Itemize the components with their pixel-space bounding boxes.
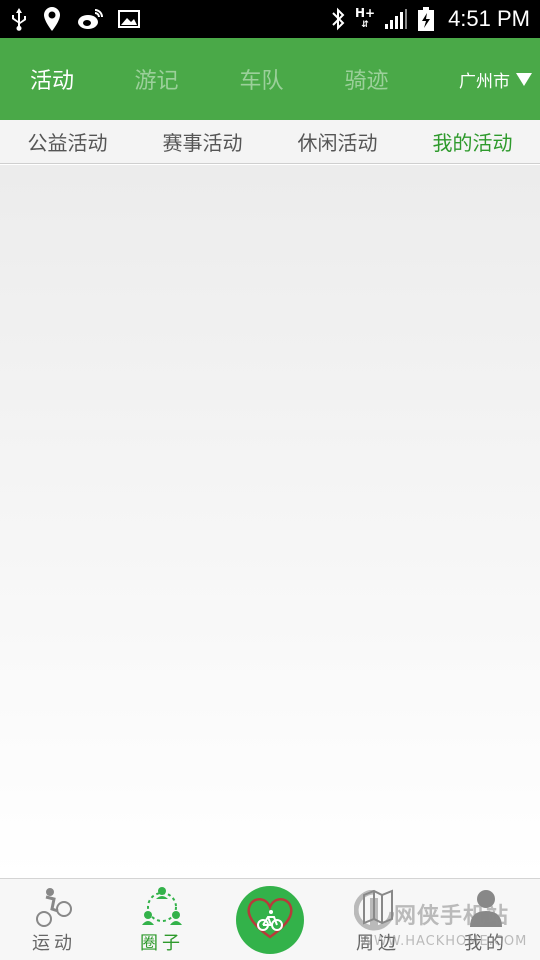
network-type-icon: H+ ⇵ (354, 6, 376, 30)
bluetooth-icon (330, 7, 346, 31)
city-selector[interactable]: 广州市 (459, 67, 532, 92)
nav-label-nearby: 周边 (356, 933, 400, 954)
tab-activity[interactable]: 活动 (0, 63, 104, 95)
user-icon (468, 885, 504, 927)
nearby-icon (360, 885, 396, 927)
activity-category-tabs: 公益活动 赛事活动 休闲活动 我的活动 (0, 120, 540, 164)
activity-list-area (0, 165, 540, 878)
nav-item-mine[interactable]: 我的 (432, 879, 540, 960)
nav-label-mine: 我的 (464, 933, 508, 954)
usb-icon (10, 7, 28, 31)
tab-travel-notes[interactable]: 游记 (104, 63, 209, 95)
subtab-leisure-activity[interactable]: 休闲活动 (270, 127, 405, 156)
battery-charging-icon (417, 7, 435, 31)
circle-group-icon (140, 885, 184, 927)
heart-bike-icon (244, 895, 296, 945)
weibo-icon (76, 7, 104, 31)
nav-item-circle[interactable]: 圈子 (108, 879, 216, 960)
subtab-race-activity[interactable]: 赛事活动 (135, 127, 270, 156)
subtab-my-activity[interactable]: 我的活动 (405, 127, 540, 156)
nav-label-circle: 圈子 (140, 933, 184, 954)
location-pin-icon (42, 7, 62, 31)
nav-label-sport: 运动 (32, 933, 76, 954)
subtab-charity-activity[interactable]: 公益活动 (0, 127, 135, 156)
nav-item-sport[interactable]: 运动 (0, 879, 108, 960)
status-bar: H+ ⇵ 4:51 PM (0, 0, 540, 38)
nav-item-nearby[interactable]: 周边 (324, 879, 432, 960)
city-label: 广州市 (459, 71, 510, 92)
tab-team[interactable]: 车队 (209, 63, 314, 95)
tab-ride-tracks[interactable]: 骑迹 (314, 63, 419, 95)
bottom-nav: 运动 圈子 周边 我的 (0, 878, 540, 960)
cyclist-icon (36, 885, 72, 927)
dropdown-triangle-icon (516, 72, 532, 86)
center-ride-button[interactable] (236, 886, 304, 954)
image-icon (118, 7, 140, 31)
status-time: 4:51 PM (448, 6, 530, 31)
signal-icon (384, 7, 408, 31)
top-nav-bar: 活动 游记 车队 骑迹 广州市 (0, 38, 540, 120)
